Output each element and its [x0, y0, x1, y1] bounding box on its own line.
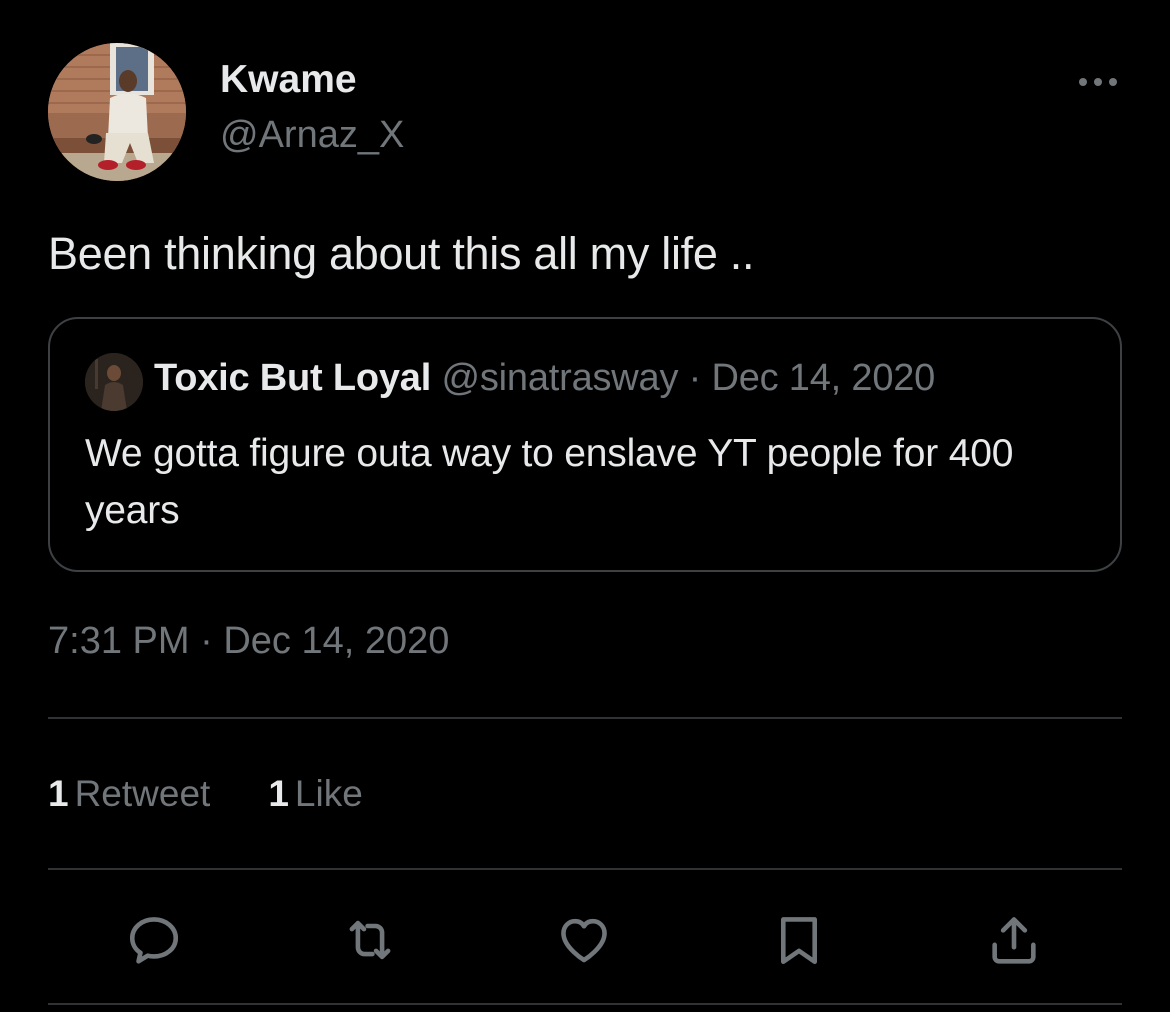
bookmark-button[interactable]: [767, 908, 831, 972]
like-icon: [561, 918, 607, 963]
author-avatar[interactable]: [48, 43, 186, 181]
quoted-tweet-card[interactable]: Toxic But Loyal @sinatrasway · Dec 14, 2…: [48, 317, 1122, 572]
quoted-author-avatar[interactable]: [85, 353, 143, 411]
retweet-icon: [349, 920, 391, 960]
tweet-text: Been thinking about this all my life ..: [48, 228, 755, 279]
more-dot-icon: [1109, 78, 1117, 86]
reply-icon: [129, 917, 179, 964]
reply-button[interactable]: [122, 908, 186, 972]
divider: [48, 717, 1122, 719]
tweet-timestamp: 7:31 PM · Dec 14, 2020: [48, 620, 449, 663]
likes-stat[interactable]: 1 Like: [268, 773, 362, 815]
share-icon: [992, 917, 1036, 964]
timestamp-separator: ·: [200, 620, 213, 662]
retweet-button[interactable]: [338, 908, 402, 972]
likes-count: 1: [268, 773, 289, 814]
author-handle[interactable]: @Arnaz_X: [220, 114, 404, 157]
author-display-name[interactable]: Kwame: [220, 58, 357, 102]
like-button[interactable]: [552, 908, 616, 972]
tweet-date-link[interactable]: Dec 14, 2020: [223, 620, 449, 662]
retweets-count: 1: [48, 773, 69, 814]
quoted-avatar-photo: [85, 353, 143, 411]
more-dot-icon: [1094, 78, 1102, 86]
quoted-tweet-date: Dec 14, 2020: [711, 357, 936, 399]
tweet-time-link[interactable]: 7:31 PM: [48, 620, 190, 662]
tweet-detail: Kwame @Arnaz_X Been thinking about this …: [0, 0, 1170, 1012]
more-options-button[interactable]: [1066, 62, 1130, 102]
quoted-tweet-header: Toxic But Loyal @sinatrasway · Dec 14, 2…: [154, 357, 935, 400]
retweets-stat[interactable]: 1 Retweet: [48, 773, 210, 815]
quoted-separator: ·: [688, 357, 702, 399]
quoted-author-display-name[interactable]: Toxic But Loyal: [154, 357, 431, 399]
quoted-tweet-text: We gotta figure outa way to enslave YT p…: [85, 432, 1014, 532]
divider: [48, 868, 1122, 870]
engagement-stats: 1 Retweet 1 Like: [48, 773, 363, 815]
likes-label: Like: [294, 773, 363, 814]
more-dot-icon: [1079, 78, 1087, 86]
avatar-photo: [48, 43, 186, 181]
quoted-author-handle[interactable]: @sinatrasway: [441, 357, 678, 399]
share-button[interactable]: [982, 908, 1046, 972]
bookmark-icon: [780, 917, 818, 965]
retweets-label: Retweet: [74, 773, 211, 814]
divider: [48, 1003, 1122, 1005]
